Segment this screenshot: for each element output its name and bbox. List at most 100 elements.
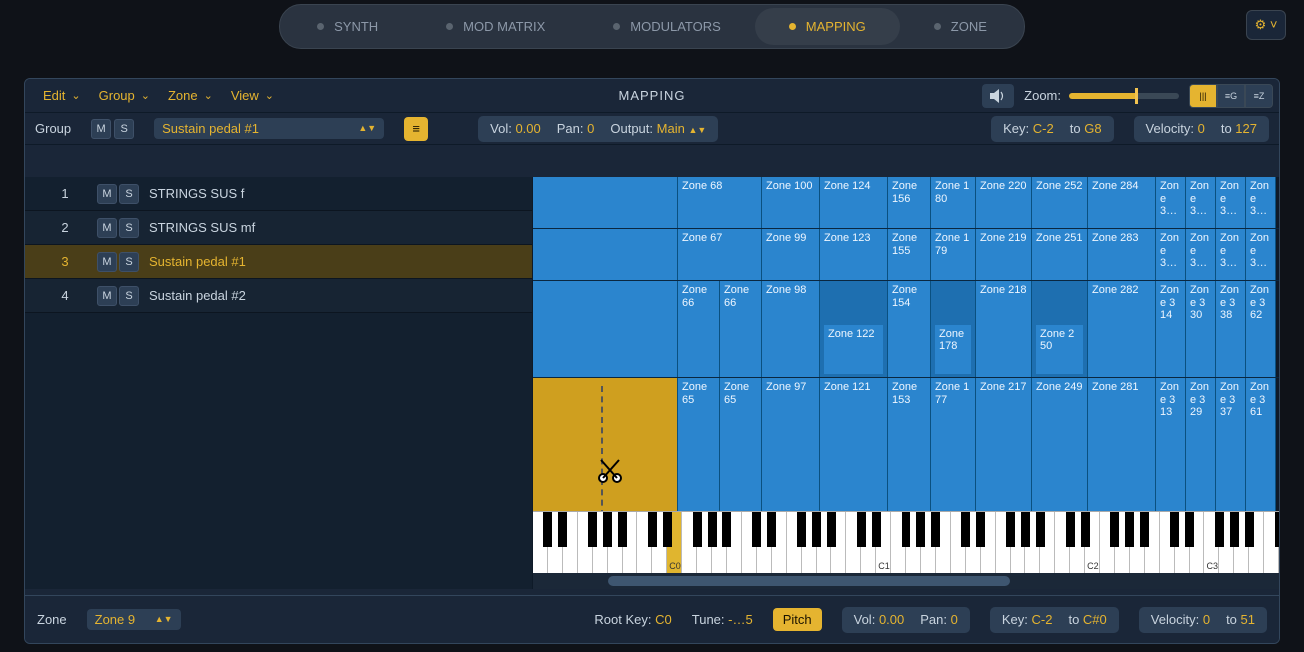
group-select[interactable]: Sustain pedal #1 ▲▼	[154, 118, 384, 139]
keyboard[interactable]: C0C1C2C3	[533, 511, 1279, 573]
zone-cell[interactable]: Zone 249	[1032, 378, 1088, 527]
group-menu[interactable]: Group⌄	[91, 84, 158, 107]
group-row[interactable]: 3 M S Sustain pedal #1	[25, 245, 532, 279]
zone-cell[interactable]: Zone 123	[820, 229, 888, 280]
solo-button[interactable]: S	[119, 184, 139, 204]
speaker-toggle[interactable]	[982, 84, 1014, 108]
zone-cell[interactable]: Zone 156	[888, 177, 931, 228]
horizontal-scroll[interactable]	[533, 573, 1279, 589]
zone-key-from[interactable]: C-2	[1032, 612, 1053, 627]
zone-cell[interactable]: Zone 66	[678, 281, 720, 377]
zone-key-to[interactable]: C#0	[1083, 612, 1107, 627]
zone-cell[interactable]: Zone 98	[762, 281, 820, 377]
zone-cell[interactable]: Zone 100	[762, 177, 820, 228]
zone-cell[interactable]: Zone 3…	[1216, 229, 1246, 280]
solo-button[interactable]: S	[119, 218, 139, 238]
group-key-from[interactable]: C-2	[1033, 121, 1054, 136]
zone-cell[interactable]: Zone 338	[1216, 281, 1246, 377]
group-key-to[interactable]: G8	[1084, 121, 1101, 136]
zone-cell[interactable]: Zone 122	[820, 281, 888, 377]
zone-map[interactable]: Zone 68Zone 100Zone 124Zone 156Zone 180Z…	[533, 177, 1279, 589]
zone-cell[interactable]: Zone 66	[720, 281, 762, 377]
zone-cell[interactable]: Zone 252	[1032, 177, 1088, 228]
tab-zone[interactable]: ZONE	[900, 8, 1021, 45]
group-solo-button[interactable]: S	[114, 119, 134, 139]
zone-cell[interactable]: Zone 284	[1088, 177, 1156, 228]
zone-cell[interactable]: Zone 329	[1186, 378, 1216, 527]
group-pan-value[interactable]: 0	[587, 121, 594, 136]
mute-button[interactable]: M	[97, 286, 117, 306]
zone-cell[interactable]: Zone 314	[1156, 281, 1186, 377]
group-mute-button[interactable]: M	[91, 119, 111, 139]
zone-pan[interactable]: 0	[951, 612, 958, 627]
zone-cell[interactable]	[533, 378, 678, 527]
mute-button[interactable]: M	[97, 184, 117, 204]
zone-cell[interactable]: Zone 3…	[1246, 177, 1276, 228]
zone-cell[interactable]	[533, 281, 678, 377]
gear-icon[interactable]: ⚙ ˅	[1246, 10, 1286, 40]
zone-cell[interactable]: Zone 282	[1088, 281, 1156, 377]
zone-cell[interactable]: Zone 99	[762, 229, 820, 280]
zone-cell[interactable]	[533, 229, 678, 280]
group-row[interactable]: 2 M S STRINGS SUS mf	[25, 211, 532, 245]
zone-tune[interactable]: -…5	[728, 612, 753, 627]
zone-cell[interactable]: Zone 3…	[1246, 229, 1276, 280]
tab-mapping[interactable]: MAPPING	[755, 8, 900, 45]
zone-menu[interactable]: Zone⌄	[160, 84, 221, 107]
tab-modulators[interactable]: MODULATORS	[579, 8, 755, 45]
group-output-select[interactable]: Main ▲▼	[657, 121, 707, 136]
zone-cell[interactable]: Zone 68	[678, 177, 762, 228]
zone-cell[interactable]: Zone 124	[820, 177, 888, 228]
zone-vel-to[interactable]: 51	[1241, 612, 1255, 627]
edit-menu[interactable]: Edit⌄	[35, 84, 89, 107]
view-menu[interactable]: View⌄	[223, 84, 282, 107]
zone-cell[interactable]: Zone 65	[720, 378, 762, 527]
view-keyboard-icon[interactable]: |||	[1189, 84, 1217, 108]
zone-cell[interactable]: Zone 251	[1032, 229, 1088, 280]
group-row[interactable]: 4 M S Sustain pedal #2	[25, 279, 532, 313]
zone-cell[interactable]: Zone 330	[1186, 281, 1216, 377]
zone-cell[interactable]: Zone 250	[1032, 281, 1088, 377]
view-list-z-icon[interactable]: ≡Z	[1245, 84, 1273, 108]
zone-cell[interactable]: Zone 153	[888, 378, 931, 527]
zone-cell[interactable]: Zone 218	[976, 281, 1032, 377]
zone-cell[interactable]	[533, 177, 678, 228]
group-vol-value[interactable]: 0.00	[515, 121, 540, 136]
tab-synth[interactable]: SYNTH	[283, 8, 412, 45]
zone-cell[interactable]: Zone 65	[678, 378, 720, 527]
zone-cell[interactable]: Zone 154	[888, 281, 931, 377]
group-row[interactable]: 1 M S STRINGS SUS f	[25, 177, 532, 211]
zone-cell[interactable]: Zone 3…	[1156, 177, 1186, 228]
zone-vel-from[interactable]: 0	[1203, 612, 1210, 627]
zone-cell[interactable]: Zone 3…	[1156, 229, 1186, 280]
zone-cell[interactable]: Zone 3…	[1186, 177, 1216, 228]
zone-cell[interactable]: Zone 217	[976, 378, 1032, 527]
zone-cell[interactable]: Zone 179	[931, 229, 976, 280]
zone-cell[interactable]: Zone 178	[931, 281, 976, 377]
zone-cell[interactable]: Zone 283	[1088, 229, 1156, 280]
zone-cell[interactable]: Zone 67	[678, 229, 762, 280]
group-vel-from[interactable]: 0	[1198, 121, 1205, 136]
zone-cell[interactable]: Zone 3…	[1186, 229, 1216, 280]
zone-cell[interactable]: Zone 337	[1216, 378, 1246, 527]
zone-cell[interactable]: Zone 121	[820, 378, 888, 527]
zone-cell[interactable]: Zone 180	[931, 177, 976, 228]
zone-cell[interactable]: Zone 281	[1088, 378, 1156, 527]
zone-vol[interactable]: 0.00	[879, 612, 904, 627]
view-list-g-icon[interactable]: ≡G	[1217, 84, 1245, 108]
zone-cell[interactable]: Zone 177	[931, 378, 976, 527]
group-vel-to[interactable]: 127	[1235, 121, 1257, 136]
zone-cell[interactable]: Zone 3…	[1216, 177, 1246, 228]
zoom-control[interactable]: Zoom:	[1024, 88, 1179, 103]
zone-cell[interactable]: Zone 219	[976, 229, 1032, 280]
zone-cell[interactable]: Zone 220	[976, 177, 1032, 228]
mute-button[interactable]: M	[97, 252, 117, 272]
pitch-button[interactable]: Pitch	[773, 608, 822, 631]
zone-root-key[interactable]: C0	[655, 612, 672, 627]
zone-cell[interactable]: Zone 313	[1156, 378, 1186, 527]
zone-cell[interactable]: Zone 361	[1246, 378, 1276, 527]
zone-cell[interactable]: Zone 155	[888, 229, 931, 280]
zone-cell[interactable]: Zone 97	[762, 378, 820, 527]
solo-button[interactable]: S	[119, 286, 139, 306]
list-toggle-icon[interactable]: ≡	[404, 117, 428, 141]
